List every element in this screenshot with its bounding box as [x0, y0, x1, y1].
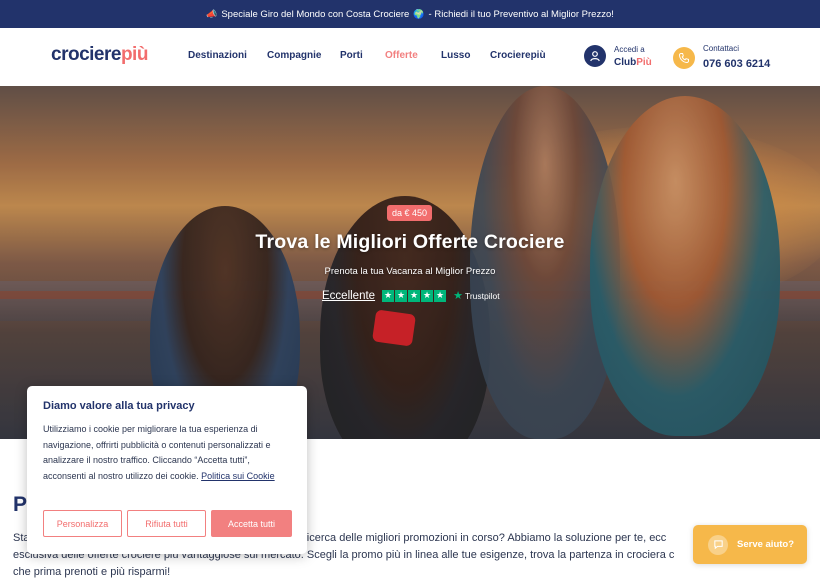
trustpilot-star-icon: ★	[453, 290, 463, 302]
cookie-body: Utilizziamo i cookie per migliorare la t…	[43, 422, 291, 484]
cookie-policy-link[interactable]: Politica sui Cookie	[201, 471, 275, 481]
promo-text-a: Speciale Giro del Mondo con Costa Crocie…	[221, 8, 410, 20]
star-icon: ★	[408, 289, 421, 302]
contact-link[interactable]: Contattaci 076 603 6214	[673, 44, 770, 72]
star-icon: ★	[434, 289, 447, 302]
help-label: Serve aiuto?	[737, 539, 795, 550]
site-header: crocierepiù Destinazioni Compagnie Porti…	[0, 28, 820, 86]
cookie-buttons: Personalizza Rifiuta tutti Accetta tutti	[43, 510, 292, 537]
nav-item-porti[interactable]: Porti	[340, 50, 363, 61]
trustpilot-logo: ★ Trustpilot	[453, 289, 500, 302]
site-logo[interactable]: crocierepiù	[51, 44, 148, 66]
star-icon: ★	[382, 289, 395, 302]
promo-text-b: - Richiedi il tuo Preventivo al Miglior …	[428, 8, 614, 20]
club-name-b: Più	[636, 57, 652, 68]
reject-all-button[interactable]: Rifiuta tutti	[127, 510, 206, 537]
customize-button[interactable]: Personalizza	[43, 510, 122, 537]
price-badge: da € 450	[387, 205, 433, 221]
trustpilot-logo-text: Trustpilot	[464, 290, 500, 301]
megaphone-icon: 📣	[206, 8, 218, 19]
user-icon	[584, 45, 606, 67]
star-icon: ★	[421, 289, 434, 302]
logo-text-b: più	[120, 44, 149, 65]
club-login-link[interactable]: Accedi a ClubPiù	[584, 44, 652, 68]
cookie-consent-dialog: Diamo valore alla tua privacy Utilizziam…	[27, 386, 307, 554]
nav-item-crocierepiu[interactable]: Crocierepiù	[490, 50, 546, 61]
hero-title: Trova le Migliori Offerte Crociere	[255, 231, 565, 253]
hero-subtitle: Prenota la tua Vacanza al Miglior Prezzo	[324, 266, 496, 277]
nav-item-offerte[interactable]: Offerte	[385, 50, 418, 61]
nav-item-compagnie[interactable]: Compagnie	[267, 50, 321, 61]
club-label: Accedi a	[614, 45, 645, 54]
trustpilot-stars: ★ ★ ★ ★ ★	[382, 289, 447, 302]
section-title: P	[13, 493, 28, 516]
trustpilot-rating-word: Eccellente	[322, 289, 376, 302]
promo-banner[interactable]: 📣 Speciale Giro del Mondo con Costa Croc…	[0, 0, 820, 28]
cookie-title: Diamo valore alla tua privacy	[43, 400, 195, 412]
contact-label: Contattaci	[703, 44, 740, 53]
intro-line-1-tail: la ricerca delle migliori promozioni in …	[291, 532, 667, 544]
chat-icon	[708, 534, 728, 555]
nav-item-lusso[interactable]: Lusso	[441, 50, 470, 61]
phone-icon	[673, 47, 695, 69]
star-icon: ★	[395, 289, 408, 302]
contact-phone: 076 603 6214	[703, 58, 771, 70]
accept-all-button[interactable]: Accetta tutti	[211, 510, 292, 537]
intro-line-3: che prima prenoti e più risparmi!	[13, 566, 171, 578]
nav-item-destinazioni[interactable]: Destinazioni	[188, 50, 247, 61]
club-name-a: Club	[614, 57, 637, 68]
help-button[interactable]: Serve aiuto?	[693, 525, 807, 564]
globe-icon: 🌍	[413, 8, 425, 19]
trustpilot-widget[interactable]: Eccellente ★ ★ ★ ★ ★ ★ Trustpilot	[322, 289, 500, 302]
logo-text-a: crociere	[51, 44, 121, 65]
